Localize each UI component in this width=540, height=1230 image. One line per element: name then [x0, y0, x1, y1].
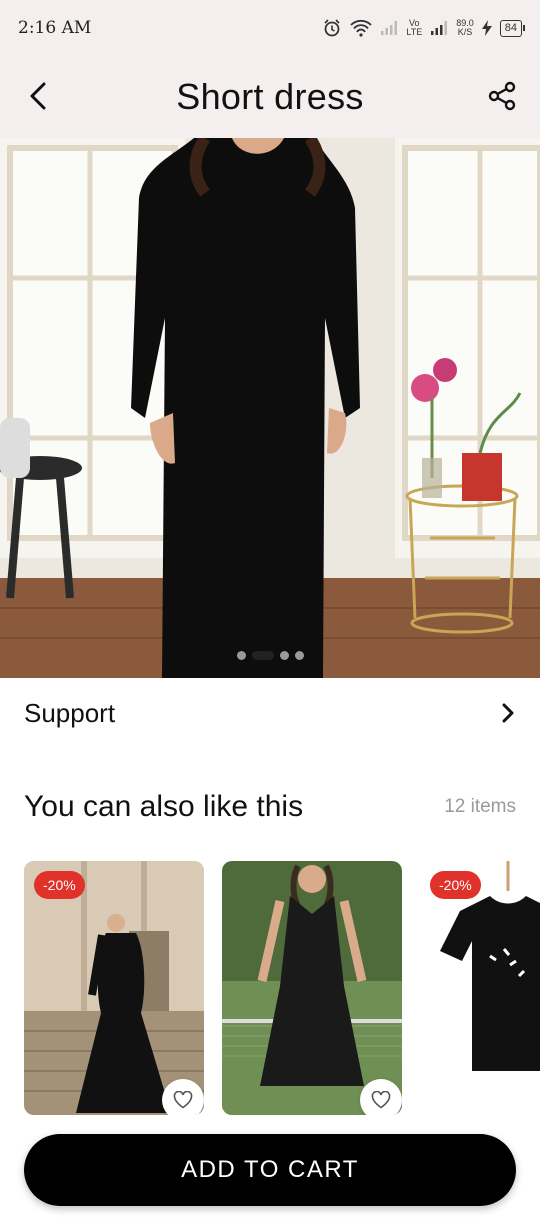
carousel-dot[interactable] — [236, 651, 246, 660]
alarm-icon — [324, 19, 340, 37]
carousel-dot[interactable] — [294, 651, 304, 660]
recommendations-count: 12 items — [444, 796, 516, 817]
signal-icon — [381, 21, 398, 35]
favorite-button[interactable] — [162, 1079, 204, 1115]
product-image-carousel[interactable] — [0, 138, 540, 678]
status-bar: 2:16 AM Vo LTE 89.0 K/S 84 — [0, 0, 540, 56]
discount-badge: -20% — [430, 871, 481, 899]
carousel-dots — [0, 651, 540, 660]
volte-bottom: LTE — [406, 27, 423, 37]
recommendations-carousel[interactable]: -20% -20% — [24, 861, 540, 1115]
heart-icon — [371, 1091, 391, 1109]
volte-indicator: Vo LTE — [406, 19, 422, 37]
product-photo — [0, 138, 540, 678]
app-bar: Short dress — [0, 56, 540, 138]
net-speed: 89.0 K/S — [456, 19, 474, 37]
support-row[interactable]: Support — [0, 680, 540, 746]
chevron-right-icon — [502, 703, 514, 723]
add-to-cart-button[interactable]: ADD TO CART — [24, 1134, 516, 1206]
discount-badge: -20% — [34, 871, 85, 899]
back-button[interactable] — [18, 76, 58, 116]
recommendations-header: You can also like this 12 items — [24, 790, 516, 824]
heart-icon — [173, 1091, 193, 1109]
black-gown-photo — [24, 861, 204, 1115]
signal-icon-2 — [431, 21, 448, 35]
product-card[interactable]: -20% — [24, 861, 204, 1115]
carousel-dot-active[interactable] — [251, 651, 274, 660]
wifi-icon — [350, 19, 373, 37]
status-icons: Vo LTE 89.0 K/S 84 — [322, 18, 526, 38]
status-time: 2:16 AM — [18, 18, 92, 38]
charging-icon — [481, 20, 492, 36]
share-button[interactable] — [482, 76, 522, 116]
black-sleeveless-dress-photo — [222, 861, 402, 1115]
support-label: Support — [24, 697, 116, 728]
product-card[interactable] — [222, 861, 402, 1115]
net-speed-unit: K/S — [457, 27, 473, 37]
carousel-dot[interactable] — [279, 651, 289, 660]
chevron-left-icon — [30, 82, 46, 110]
page-title: Short dress — [176, 76, 364, 117]
black-tshirt-photo — [420, 861, 540, 1115]
share-icon — [488, 81, 516, 111]
favorite-button[interactable] — [360, 1079, 402, 1115]
battery-indicator: 84 — [499, 19, 526, 37]
product-card[interactable]: -20% — [420, 861, 540, 1115]
recommendations-title: You can also like this — [24, 790, 304, 823]
